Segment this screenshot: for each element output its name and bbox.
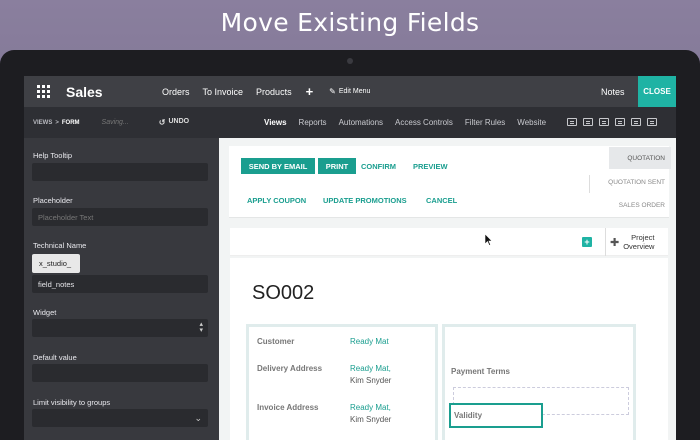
tab-access-controls[interactable]: Access Controls bbox=[395, 118, 453, 127]
invoice-address-label: Invoice Address bbox=[257, 403, 319, 412]
stage-divider bbox=[589, 175, 590, 193]
form-editor-area: SEND BY EMAIL PRINT CONFIRM PREVIEW APPL… bbox=[219, 138, 676, 440]
undo-icon: ↺ bbox=[158, 118, 166, 127]
studio-subbar: VIEWS > FORM Saving... ↺ UNDO Views Repo… bbox=[24, 107, 676, 138]
placeholder-input[interactable]: Placeholder Text bbox=[32, 208, 208, 226]
add-button-plus-icon[interactable]: + bbox=[582, 237, 592, 247]
field-group-right: Payment Terms Validity bbox=[442, 324, 636, 440]
technical-name-input[interactable]: field_notes bbox=[32, 275, 208, 293]
default-value-label: Default value bbox=[33, 353, 77, 362]
apply-coupon-button[interactable]: APPLY COUPON bbox=[247, 196, 306, 205]
smart-buttons-bar: + ✚ Project Overview bbox=[230, 228, 668, 256]
view-switcher bbox=[567, 118, 657, 126]
stage-sales-order[interactable]: SALES ORDER bbox=[609, 194, 671, 216]
technical-name-label: Technical Name bbox=[33, 241, 87, 250]
chevron-down-icon: ⌄ bbox=[194, 412, 202, 423]
menu-to-invoice[interactable]: To Invoice bbox=[203, 87, 244, 97]
menu-orders[interactable]: Orders bbox=[162, 87, 190, 97]
customer-label: Customer bbox=[257, 337, 295, 346]
field-properties-sidebar: Help Tooltip Placeholder Placeholder Tex… bbox=[24, 138, 219, 440]
stage-quotation-sent[interactable]: QUOTATION SENT bbox=[595, 171, 671, 193]
print-button[interactable]: PRINT bbox=[318, 158, 356, 174]
notes-button[interactable]: Notes bbox=[601, 76, 625, 107]
widget-select[interactable]: ▴ ▾ bbox=[32, 319, 208, 337]
pivot-view-icon[interactable] bbox=[631, 118, 641, 126]
help-tooltip-input[interactable] bbox=[32, 163, 208, 181]
delivery-address-label: Delivery Address bbox=[257, 364, 323, 373]
form-view-icon[interactable] bbox=[567, 118, 577, 126]
breadcrumb: VIEWS > FORM bbox=[33, 120, 80, 126]
confirm-button[interactable]: CONFIRM bbox=[361, 162, 396, 171]
undo-button[interactable]: ↺ UNDO bbox=[159, 118, 189, 127]
breadcrumb-views[interactable]: VIEWS bbox=[33, 120, 52, 126]
help-tooltip-label: Help Tooltip bbox=[33, 151, 73, 160]
cancel-button[interactable]: CANCEL bbox=[426, 196, 457, 205]
project-overview-button[interactable]: ✚ Project Overview bbox=[605, 228, 668, 256]
invoice-address-value[interactable]: Ready Mat, Kim Snyder bbox=[350, 402, 391, 426]
project-overview-label: Project Overview bbox=[623, 233, 654, 251]
invoice-address-line-2: Kim Snyder bbox=[350, 415, 392, 424]
updown-arrows-icon: ▴ ▾ bbox=[199, 321, 203, 334]
placeholder-input-placeholder: Placeholder Text bbox=[38, 212, 94, 222]
top-navbar: Sales Orders To Invoice Products + ✎ Edi… bbox=[24, 76, 676, 107]
mouse-cursor-icon bbox=[485, 234, 493, 246]
tab-filter-rules[interactable]: Filter Rules bbox=[465, 118, 505, 127]
edit-menu-button[interactable]: ✎ Edit Menu bbox=[329, 87, 370, 96]
camera-dot bbox=[347, 58, 353, 64]
graph-view-icon[interactable] bbox=[647, 118, 657, 126]
preview-button[interactable]: PREVIEW bbox=[413, 162, 448, 171]
default-value-input[interactable] bbox=[32, 364, 208, 382]
close-studio-button[interactable]: CLOSE bbox=[638, 76, 676, 107]
edit-menu-label: Edit Menu bbox=[338, 88, 371, 95]
send-by-email-button[interactable]: SEND BY EMAIL bbox=[241, 158, 315, 174]
widget-label: Widget bbox=[33, 308, 57, 317]
kanban-view-icon[interactable] bbox=[599, 118, 609, 126]
studio-tabs: Views Reports Automations Access Control… bbox=[264, 107, 558, 138]
undo-label: UNDO bbox=[168, 118, 190, 125]
menu-products[interactable]: Products bbox=[256, 87, 292, 97]
project-overview-line-1: Project bbox=[631, 233, 655, 242]
project-overview-line-2: Overview bbox=[623, 242, 655, 251]
breadcrumb-separator: > bbox=[55, 119, 59, 126]
placeholder-label: Placeholder bbox=[33, 196, 73, 205]
breadcrumb-form: FORM bbox=[61, 119, 80, 126]
tab-reports[interactable]: Reports bbox=[299, 118, 327, 127]
apps-grid-icon[interactable] bbox=[28, 76, 58, 107]
invoice-address-line-1: Ready Mat, bbox=[350, 403, 391, 412]
list-view-icon[interactable] bbox=[583, 118, 593, 126]
app-title: Sales bbox=[66, 83, 103, 100]
tab-views[interactable]: Views bbox=[264, 118, 287, 127]
field-group-left: Customer Ready Mat Delivery Address Read… bbox=[246, 324, 438, 440]
delivery-address-line-2: Kim Snyder bbox=[350, 376, 392, 385]
stage-quotation[interactable]: QUOTATION bbox=[609, 147, 671, 169]
tab-automations[interactable]: Automations bbox=[339, 118, 383, 127]
pencil-icon: ✎ bbox=[329, 87, 336, 96]
validity-field-dragging[interactable]: Validity bbox=[449, 403, 543, 428]
puzzle-icon: ✚ bbox=[610, 236, 620, 249]
customer-value[interactable]: Ready Mat bbox=[350, 336, 389, 348]
visibility-groups-label: Limit visibility to groups bbox=[33, 398, 111, 407]
calendar-view-icon[interactable] bbox=[615, 118, 625, 126]
app-screen: Sales Orders To Invoice Products + ✎ Edi… bbox=[24, 76, 676, 440]
add-menu-plus-icon[interactable]: + bbox=[306, 84, 314, 99]
saving-status: Saving... bbox=[101, 119, 129, 126]
delivery-address-line-1: Ready Mat, bbox=[350, 364, 391, 373]
tab-website[interactable]: Website bbox=[517, 118, 546, 127]
record-title: SO002 bbox=[252, 282, 315, 304]
update-promotions-button[interactable]: UPDATE PROMOTIONS bbox=[323, 196, 407, 205]
technical-name-prefix: x_studio_ bbox=[32, 254, 80, 273]
form-header: SEND BY EMAIL PRINT CONFIRM PREVIEW APPL… bbox=[229, 146, 671, 218]
tutorial-banner-title: Move Existing Fields bbox=[220, 7, 480, 37]
form-sheet: SO002 Customer Ready Mat Delivery Addres… bbox=[230, 258, 668, 440]
payment-terms-label: Payment Terms bbox=[451, 367, 510, 376]
delivery-address-value[interactable]: Ready Mat, Kim Snyder bbox=[350, 363, 391, 387]
visibility-groups-select[interactable]: ⌄ bbox=[32, 409, 208, 427]
